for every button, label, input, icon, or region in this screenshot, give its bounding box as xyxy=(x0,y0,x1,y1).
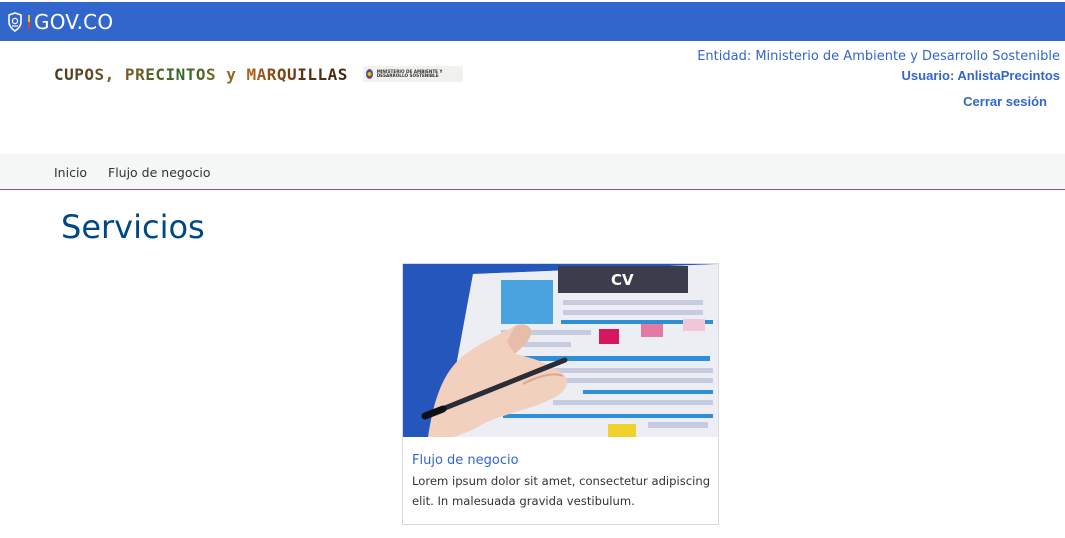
site-header: CUPOS, PRECINTOS y MARQUILLAS MINISTERIO… xyxy=(0,41,1065,154)
main-nav: Inicio Flujo de negocio xyxy=(0,154,1065,190)
colombia-shield-icon xyxy=(8,12,22,32)
card-title-link[interactable]: Flujo de negocio xyxy=(412,453,519,468)
gov-separator xyxy=(28,15,30,29)
cv-label: CV xyxy=(611,271,634,289)
ministry-logo-text: MINISTERIO DE AMBIENTE Y DESARROLLO SOST… xyxy=(376,68,443,78)
card-description: Lorem ipsum dolor sit amet, consectetur … xyxy=(412,474,711,508)
logout-link[interactable]: Cerrar sesión xyxy=(963,94,1047,109)
cv-document-illustration: CV xyxy=(403,264,718,437)
entity-label: Entidad: Ministerio de Ambiente y Desarr… xyxy=(697,49,1060,64)
ministry-logo: MINISTERIO DE AMBIENTE Y DESARROLLO SOST… xyxy=(363,66,463,82)
ministry-seal-icon xyxy=(366,69,373,79)
service-card[interactable]: CV Flujo de negocio Lorem ipsum dolor si… xyxy=(402,263,719,525)
brand-logo[interactable]: CUPOS, PRECINTOS y MARQUILLAS xyxy=(54,65,348,84)
gov-co-logo[interactable]: GOV.CO xyxy=(6,10,113,34)
gov-top-bar: GOV.CO xyxy=(0,0,1065,41)
nav-item-flujo-de-negocio[interactable]: Flujo de negocio xyxy=(108,165,210,180)
gov-co-text: GOV.CO xyxy=(34,10,114,34)
card-image: CV xyxy=(403,264,718,437)
page-title: Servicios xyxy=(61,208,205,246)
user-label: Usuario: AnlistaPrecintos xyxy=(901,68,1060,83)
nav-item-inicio[interactable]: Inicio xyxy=(54,165,87,180)
